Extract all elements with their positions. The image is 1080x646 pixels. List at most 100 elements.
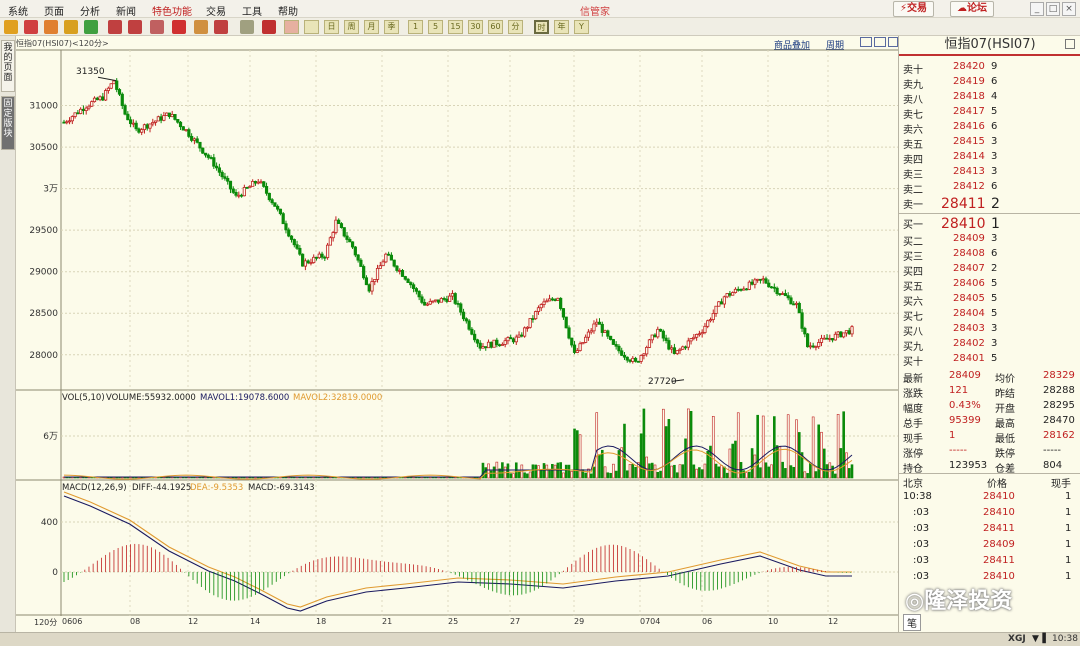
candle-up — [647, 339, 652, 348]
period-tick[interactable]: 时 — [534, 20, 549, 34]
candle-down — [95, 97, 99, 101]
period-60[interactable]: 60 — [488, 20, 503, 34]
period-day[interactable]: 日 — [324, 20, 339, 34]
candle-down — [786, 295, 790, 299]
menu-trade[interactable]: 交易 — [206, 3, 226, 18]
menu-system[interactable]: 系统 — [8, 3, 28, 18]
tab-fixed-section[interactable]: 固定版块 — [1, 96, 15, 150]
zoom-in-icon[interactable] — [108, 20, 122, 34]
period-month[interactable]: 月 — [364, 20, 379, 34]
menu-news[interactable]: 新闻 — [116, 3, 136, 18]
volume-bar — [725, 472, 729, 479]
candle-up — [517, 334, 521, 338]
candle-down — [406, 278, 410, 283]
period-year[interactable]: 年 — [554, 20, 569, 34]
volume-bar — [759, 467, 762, 479]
candle-down — [173, 114, 177, 120]
tick-tab[interactable]: 笔 — [903, 614, 921, 631]
high-price-label: 31350 — [76, 67, 105, 77]
tool-icon[interactable] — [194, 20, 208, 34]
candle-down — [195, 138, 199, 143]
volume-bar — [822, 448, 826, 479]
bid-row-cell: 28401 — [953, 353, 985, 364]
panel-settings-icon[interactable] — [1065, 39, 1075, 49]
candle-down — [320, 253, 324, 258]
maximize-button[interactable]: □ — [1046, 2, 1060, 16]
chart-icon[interactable] — [150, 20, 164, 34]
minimize-button[interactable]: _ — [1030, 2, 1044, 16]
bid-row-cell: 28407 — [953, 263, 985, 274]
candle-up — [503, 340, 507, 345]
candle-down — [409, 282, 413, 286]
period-y[interactable]: Y — [574, 20, 589, 34]
menu-help[interactable]: 帮助 — [278, 3, 298, 18]
stat-row-cell: 28329 — [1043, 370, 1075, 381]
volume-bar — [670, 465, 673, 479]
candle-down — [470, 328, 474, 335]
stat-row-cell: 121 — [949, 385, 969, 396]
candle-down — [176, 119, 180, 123]
menu-tools[interactable]: 工具 — [242, 3, 262, 18]
folder-icon[interactable] — [64, 20, 78, 34]
book-icon[interactable] — [44, 20, 58, 34]
volume-bar — [628, 464, 632, 479]
ask-row-cell: 卖十 — [903, 65, 923, 76]
candle-up — [514, 336, 518, 343]
candle-down — [220, 171, 224, 178]
volume-bar — [570, 471, 574, 479]
candle-up — [259, 181, 263, 184]
period-min[interactable]: 分 — [508, 20, 523, 34]
period-5[interactable]: 5 — [428, 20, 443, 34]
zoom-out-icon[interactable] — [128, 20, 142, 34]
candle-down — [217, 167, 221, 173]
candle-up — [539, 304, 543, 309]
pen-icon[interactable] — [172, 20, 186, 34]
candle-down — [606, 330, 610, 337]
period-1[interactable]: 1 — [408, 20, 423, 34]
close-button[interactable]: × — [1062, 2, 1076, 16]
volume-bar — [700, 469, 704, 479]
ask-row: 卖一 28411 2 — [899, 195, 1080, 212]
wechat-icon: ◎ — [905, 589, 925, 614]
period-week[interactable]: 周 — [344, 20, 359, 34]
menu-page[interactable]: 页面 — [44, 3, 64, 18]
table-icon[interactable] — [240, 20, 254, 34]
forum-button[interactable]: ☁论坛 — [950, 1, 994, 17]
menu-features[interactable]: 特色功能 — [152, 3, 192, 18]
chart-area[interactable]: 恒指07(HSI07)<120分> 商品叠加 周期 31000 30500 3万 29… — [16, 36, 898, 636]
home-icon[interactable] — [24, 20, 38, 34]
period-15[interactable]: 15 — [448, 20, 463, 34]
bid-row-cell: 28410 — [941, 216, 986, 232]
kline-chart[interactable]: 31000 30500 3万 29500 29000 28500 28000 31350 277… — [16, 36, 898, 616]
candle-down — [278, 208, 283, 215]
volume-bar — [492, 466, 496, 479]
candle-up — [686, 340, 690, 348]
period-quarter[interactable]: 季 — [384, 20, 399, 34]
tool-button-2[interactable] — [304, 20, 319, 34]
filter-icon[interactable] — [214, 20, 228, 34]
volume-bar — [842, 411, 845, 479]
refresh-icon[interactable] — [84, 20, 98, 34]
candle-down — [178, 121, 183, 128]
period-30[interactable]: 30 — [468, 20, 483, 34]
bid-row-cell: 买八 — [903, 327, 923, 338]
trade-button[interactable]: ⚡交易 — [893, 1, 935, 17]
candle-up — [708, 319, 713, 322]
candle-up — [109, 83, 113, 89]
kline-icon[interactable] — [262, 20, 276, 34]
tick-row: :03 28409 1 — [899, 538, 1080, 553]
volume-bar — [592, 466, 596, 479]
back-icon[interactable] — [4, 20, 18, 34]
tab-my-page[interactable]: 我的页面 — [1, 40, 15, 92]
menu-analysis[interactable]: 分析 — [80, 3, 100, 18]
tool-button-1[interactable] — [284, 20, 299, 34]
volume-bar — [767, 466, 771, 479]
stat-row: 总手 95399 最高 28470 — [899, 414, 1080, 430]
tick-row-cell: 1 — [1065, 491, 1072, 502]
candle-down — [611, 339, 615, 345]
bid-row: 买一 28410 1 — [899, 215, 1080, 232]
candle-up — [650, 334, 654, 341]
volume-bar — [620, 447, 624, 479]
candle-down — [614, 344, 618, 347]
candle-up — [717, 301, 721, 307]
